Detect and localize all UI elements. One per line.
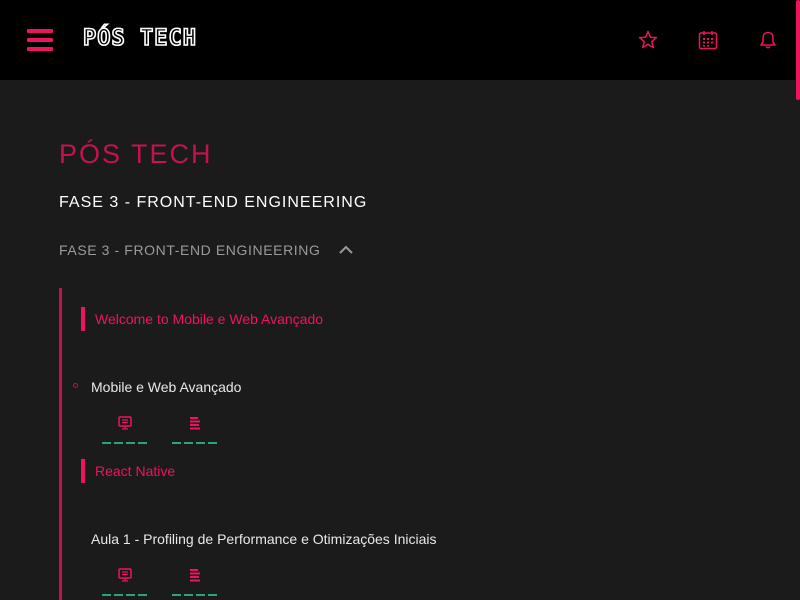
video-lesson-icon xyxy=(118,568,132,582)
reading-lesson-button[interactable] xyxy=(172,568,220,596)
bell-icon[interactable] xyxy=(758,30,778,50)
module-react-native[interactable]: React Native xyxy=(81,459,175,483)
page-title: PÓS TECH xyxy=(59,139,213,169)
menu-icon[interactable] xyxy=(27,28,53,52)
module-label: Welcome to Mobile e Web Avançado xyxy=(95,311,324,327)
reading-icon xyxy=(190,417,200,430)
lesson-aula-1[interactable]: Aula 1 - Profiling de Performance e Otim… xyxy=(91,531,436,547)
lesson-progress-bar xyxy=(102,442,150,444)
star-icon[interactable] xyxy=(638,30,658,50)
video-lesson-button[interactable] xyxy=(102,416,150,444)
brand-logo[interactable]: PÓS TECH xyxy=(82,24,197,54)
phase-accordion-toggle[interactable]: FASE 3 - FRONT-END ENGINEERING xyxy=(59,240,354,260)
lesson-mobile-web[interactable]: Mobile e Web Avançado xyxy=(91,379,241,395)
timeline-line xyxy=(59,288,62,600)
video-lesson-button[interactable] xyxy=(102,568,150,596)
reading-icon xyxy=(190,569,200,582)
module-welcome[interactable]: Welcome to Mobile e Web Avançado xyxy=(81,307,323,331)
chevron-up-icon xyxy=(339,245,354,254)
lesson-progress-bar xyxy=(102,594,150,596)
page-scrollbar[interactable] xyxy=(796,0,800,100)
video-lesson-icon xyxy=(118,416,132,430)
module-label: React Native xyxy=(95,463,176,479)
lesson-status-dot xyxy=(73,383,78,388)
lesson-progress-bar xyxy=(172,442,220,444)
top-header: PÓS TECH xyxy=(0,0,800,80)
lesson-progress-bar xyxy=(172,594,220,596)
phase-title: FASE 3 - FRONT-END ENGINEERING xyxy=(59,194,368,211)
calendar-icon[interactable] xyxy=(698,30,718,50)
reading-lesson-button[interactable] xyxy=(172,416,220,444)
accordion-label: FASE 3 - FRONT-END ENGINEERING xyxy=(59,242,321,258)
